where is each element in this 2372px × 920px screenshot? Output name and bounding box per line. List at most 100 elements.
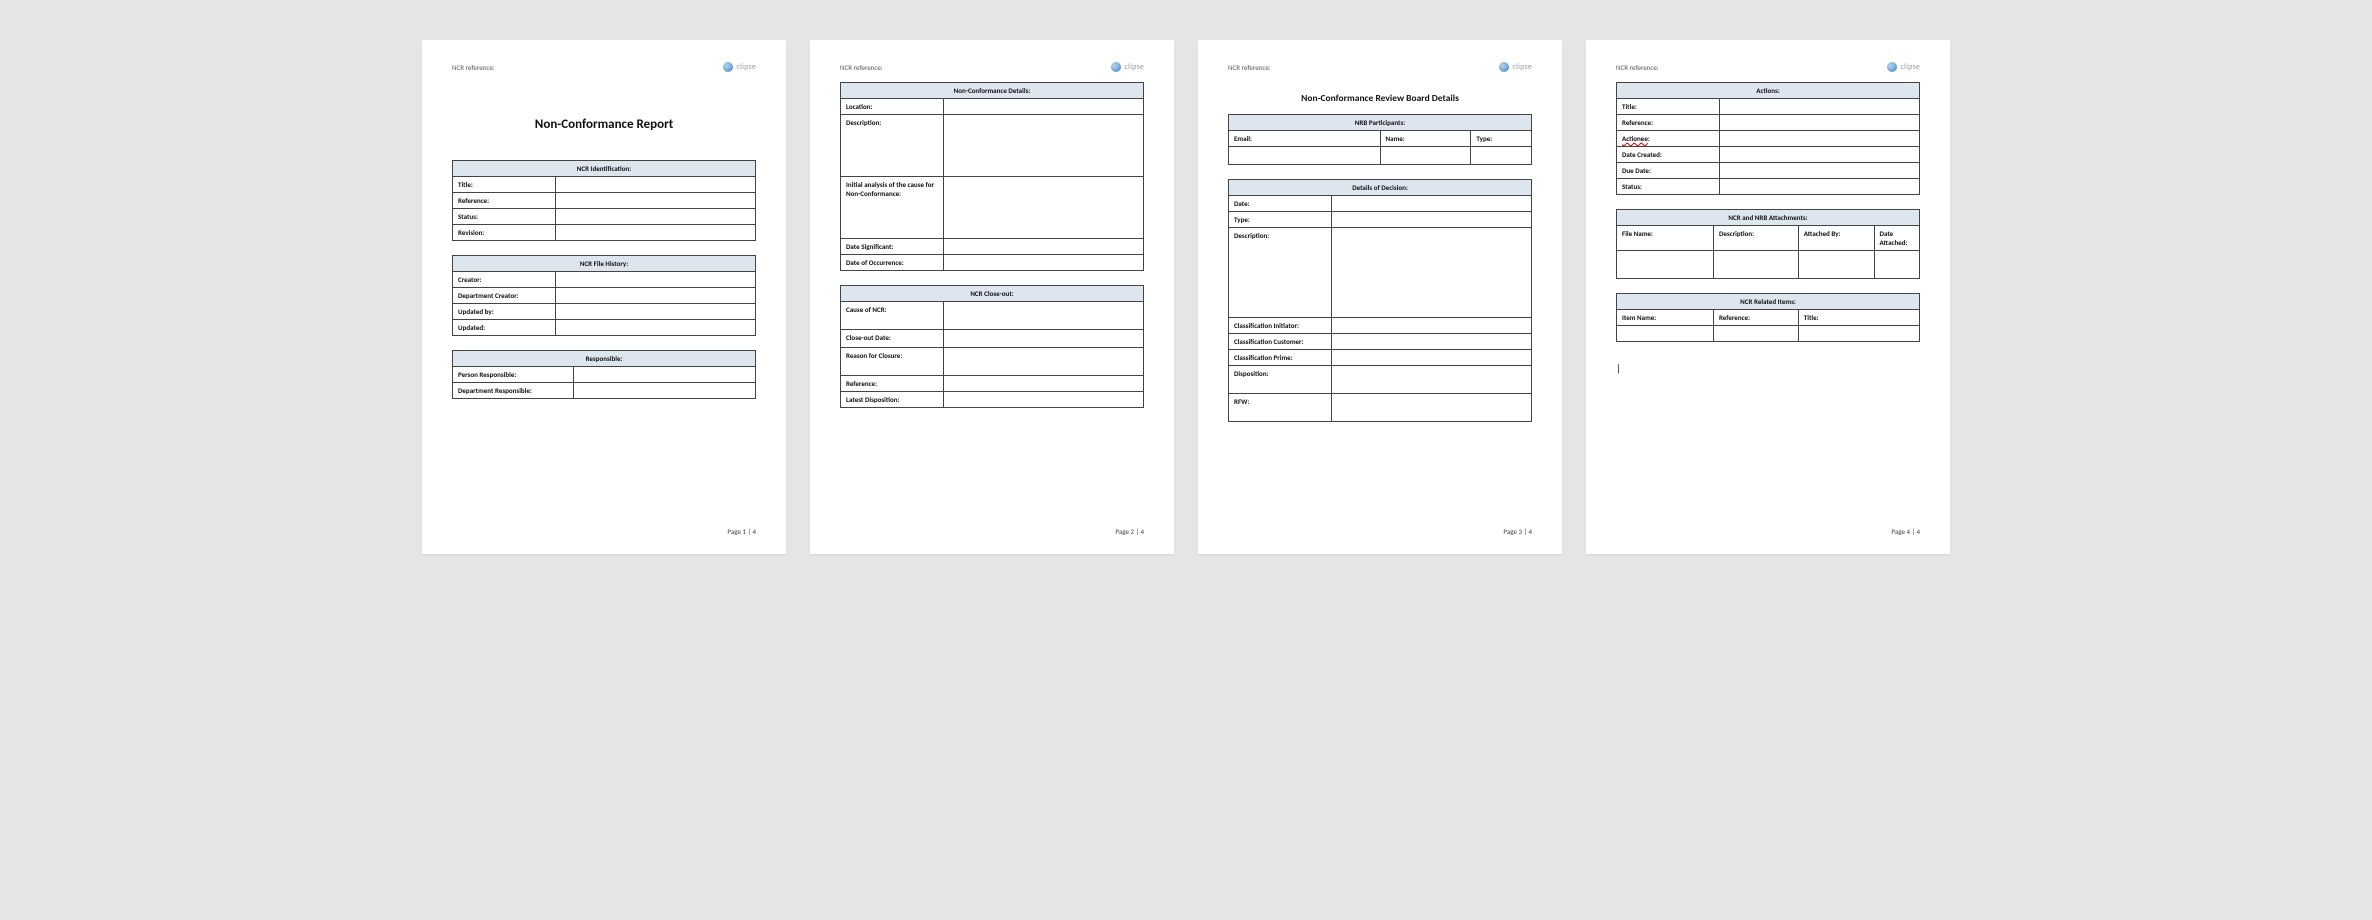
field-value — [1332, 318, 1532, 334]
field-value — [574, 383, 756, 399]
field-value — [944, 376, 1144, 392]
field-label: Status: — [1617, 179, 1720, 195]
field-value — [1332, 394, 1532, 422]
page-footer: Page 2 | 4 — [1115, 527, 1144, 536]
responsible-table: Responsible: Person Responsible: Departm… — [452, 350, 756, 399]
field-value — [1720, 131, 1920, 147]
field-label: Title: — [453, 177, 556, 193]
ncr-ref-label: NCR reference: — [840, 63, 883, 72]
field-label: Cause of NCR: — [841, 302, 944, 330]
col-head: Description: — [1713, 226, 1798, 251]
field-label: Date of Occurrence: — [841, 255, 944, 271]
field-value — [556, 288, 756, 304]
related-items-table: NCR Related Items: Item Name: Reference:… — [1616, 293, 1920, 342]
field-value — [944, 302, 1144, 330]
logo-text: clipse — [736, 62, 756, 72]
field-value — [944, 255, 1144, 271]
cell — [1798, 251, 1874, 279]
section-head: NCR and NRB Attachments: — [1617, 210, 1920, 226]
section-head: Details of Decision: — [1229, 180, 1532, 196]
page-1: NCR reference: clipse Non-Conformance Re… — [422, 40, 786, 554]
field-value — [556, 304, 756, 320]
field-value — [1720, 147, 1920, 163]
field-value — [944, 99, 1144, 115]
section-head: Responsible: — [453, 351, 756, 367]
field-label: Updated by: — [453, 304, 556, 320]
cell — [1798, 326, 1919, 342]
field-value — [1332, 212, 1532, 228]
field-label: Classification Prime: — [1229, 350, 1332, 366]
text-cursor: | — [1616, 362, 1920, 375]
col-head: Attached By: — [1798, 226, 1874, 251]
ncr-closeout-table: NCR Close-out: Cause of NCR: Close-out D… — [840, 285, 1144, 408]
field-value — [944, 115, 1144, 177]
col-head: Item Name: — [1617, 310, 1714, 326]
field-label: Reason for Closure: — [841, 348, 944, 376]
page-footer: Page 4 | 4 — [1891, 527, 1920, 536]
field-label: Latest Disposition: — [841, 392, 944, 408]
col-head: Title: — [1798, 310, 1919, 326]
col-head: Type: — [1471, 131, 1532, 147]
logo-text: clipse — [1900, 62, 1920, 72]
field-value — [1720, 99, 1920, 115]
actions-table: Actions: Title: Reference: Actionee: Dat… — [1616, 82, 1920, 195]
col-head: Name: — [1380, 131, 1471, 147]
field-label: Date Created: — [1617, 147, 1720, 163]
field-value — [556, 225, 756, 241]
field-value — [556, 320, 756, 336]
page-footer: Page 3 | 4 — [1503, 527, 1532, 536]
cell — [1471, 147, 1532, 165]
field-label: Date Significant: — [841, 239, 944, 255]
page-4: NCR reference: clipse Actions: Title: Re… — [1586, 40, 1950, 554]
page-header: NCR reference: clipse — [452, 62, 756, 72]
field-value — [556, 272, 756, 288]
attachments-table: NCR and NRB Attachments: File Name: Desc… — [1616, 209, 1920, 279]
field-value — [1720, 179, 1920, 195]
field-label: Updated: — [453, 320, 556, 336]
logo-text: clipse — [1512, 62, 1532, 72]
section-head: NCR Related Items: — [1617, 294, 1920, 310]
field-label: Person Responsible: — [453, 367, 574, 383]
page-footer: Page 1 | 4 — [727, 527, 756, 536]
section-head: NRB Participants: — [1229, 115, 1532, 131]
col-head: Email: — [1229, 131, 1381, 147]
field-label: Disposition: — [1229, 366, 1332, 394]
logo-icon — [1887, 62, 1897, 72]
col-head: Reference: — [1713, 310, 1798, 326]
page-title: Non-Conformance Report — [452, 117, 756, 132]
field-value — [556, 193, 756, 209]
field-label: Revision: — [453, 225, 556, 241]
decision-details-table: Details of Decision: Date: Type: Descrip… — [1228, 179, 1532, 422]
logo: clipse — [1887, 62, 1920, 72]
field-label: Classification Initiator: — [1229, 318, 1332, 334]
field-label: Reference: — [841, 376, 944, 392]
field-label: Department Creator: — [453, 288, 556, 304]
field-value — [556, 209, 756, 225]
section-head: NCR Identification: — [453, 161, 756, 177]
field-label: RFW: — [1229, 394, 1332, 422]
field-label-actionee: Actionee: — [1617, 131, 1720, 147]
cell — [1874, 251, 1919, 279]
ncr-file-history-table: NCR File History: Creator: Department Cr… — [452, 255, 756, 336]
nrb-title: Non-Conformance Review Board Details — [1228, 92, 1532, 104]
field-value — [944, 348, 1144, 376]
logo: clipse — [1111, 62, 1144, 72]
page-header: NCR reference: clipse — [1616, 62, 1920, 72]
field-value — [944, 330, 1144, 348]
field-label: Initial analysis of the cause for Non-Co… — [841, 177, 944, 239]
nrb-participants-table: NRB Participants: Email: Name: Type: — [1228, 114, 1532, 165]
cell — [1617, 326, 1714, 342]
cell — [1713, 326, 1798, 342]
page-header: NCR reference: clipse — [840, 62, 1144, 72]
ncr-ref-label: NCR reference: — [452, 63, 495, 72]
field-value — [556, 177, 756, 193]
field-value — [1332, 366, 1532, 394]
cell — [1617, 251, 1714, 279]
field-label: Type: — [1229, 212, 1332, 228]
cell — [1713, 251, 1798, 279]
field-label: Department Responsible: — [453, 383, 574, 399]
field-value — [944, 239, 1144, 255]
page-header: NCR reference: clipse — [1228, 62, 1532, 72]
field-label: Reference: — [1617, 115, 1720, 131]
field-value — [1332, 350, 1532, 366]
